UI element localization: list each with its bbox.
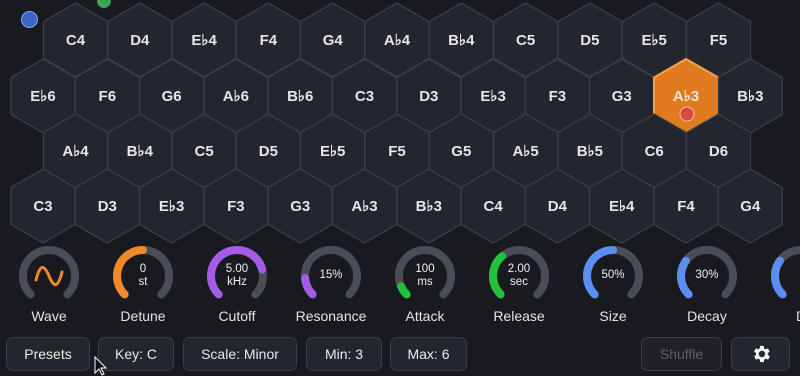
hex-key-label: D4 xyxy=(130,32,150,49)
knob-release[interactable]: 2.00 sec Release xyxy=(487,244,551,324)
knob-attack[interactable]: 100 ms Attack xyxy=(393,244,457,324)
hex-key-label: F6 xyxy=(99,88,117,105)
sine-wave-icon xyxy=(34,266,64,286)
knob-value: 15% xyxy=(319,269,343,281)
hex-key-label: C3 xyxy=(355,88,374,105)
hex-key-label: E♭5 xyxy=(320,143,345,160)
hex-key-label: B♭6 xyxy=(287,88,313,105)
hex-key-label: G3 xyxy=(612,88,632,105)
knob-label: Release xyxy=(493,308,545,324)
hex-key-label: D3 xyxy=(419,88,438,105)
knob-label: Resonance xyxy=(295,308,367,324)
hex-key-label: E♭5 xyxy=(641,32,666,49)
knob-size[interactable]: 50% Size xyxy=(581,244,645,324)
hex-key-label: B♭3 xyxy=(416,198,442,215)
hex-key-label: D5 xyxy=(580,32,599,49)
hex-key-label: G4 xyxy=(740,198,761,215)
knob-cutoff[interactable]: 5.00 kHz Cutoff xyxy=(205,244,269,324)
touch-indicator-red xyxy=(679,106,695,122)
knob-label: Detune xyxy=(120,308,166,324)
hex-key-label: F3 xyxy=(227,198,245,215)
knob-label: D xyxy=(749,308,800,324)
hex-key-label: E♭3 xyxy=(159,198,184,215)
hex-key-label: C5 xyxy=(195,143,214,160)
knob-d[interactable]: D xyxy=(769,244,800,324)
scale-button[interactable]: Scale: Minor xyxy=(183,337,297,371)
shuffle-button[interactable]: Shuffle xyxy=(641,337,722,371)
hex-key-label: B♭4 xyxy=(448,32,475,49)
knob-value: 100 ms xyxy=(415,263,435,288)
knob-value: 30% xyxy=(695,269,719,281)
hex-key-label: F4 xyxy=(260,32,278,49)
min-octave-button[interactable]: Min: 3 xyxy=(306,337,382,371)
knob-label: Size xyxy=(599,308,627,324)
hex-key-label: D3 xyxy=(98,198,117,215)
knob-detune[interactable]: 0 st Detune xyxy=(111,244,175,324)
max-octave-button[interactable]: Max: 6 xyxy=(390,337,467,371)
hex-key-label: E♭4 xyxy=(609,198,635,215)
knob-value: 0 st xyxy=(138,263,148,288)
knob-label: Wave xyxy=(31,308,67,324)
hex-key-label: E♭6 xyxy=(30,88,55,105)
hex-key-label: C4 xyxy=(66,32,86,49)
presets-button[interactable]: Presets xyxy=(6,337,90,371)
hex-key-label: B♭5 xyxy=(577,143,603,160)
knob-label: Attack xyxy=(405,308,445,324)
knob-dial xyxy=(771,246,800,299)
hex-key-label: A♭5 xyxy=(512,143,538,160)
key-button[interactable]: Key: C xyxy=(98,337,174,371)
hex-key-label: G6 xyxy=(162,88,182,105)
knob-value: 2.00 sec xyxy=(507,263,531,288)
hex-key-label: D4 xyxy=(548,198,568,215)
hex-key-label: C4 xyxy=(484,198,504,215)
touch-indicator-blue xyxy=(21,11,38,28)
hex-key-label: A♭3 xyxy=(351,198,377,215)
knob-track xyxy=(19,246,79,299)
knob-wave[interactable]: Wave xyxy=(17,244,81,324)
gear-icon xyxy=(753,346,770,363)
hex-key-label: F3 xyxy=(549,88,567,105)
knob-value: 5.00 kHz xyxy=(225,263,249,288)
mouse-cursor-icon xyxy=(94,356,108,376)
knob-label: Decay xyxy=(687,308,727,324)
knob-level-arc xyxy=(771,256,787,299)
hex-key-label: D5 xyxy=(259,143,278,160)
hex-key-label: G5 xyxy=(451,143,471,160)
hex-key-label: C5 xyxy=(516,32,535,49)
hex-key-label: A♭3 xyxy=(673,88,699,105)
hex-key-label: A♭4 xyxy=(62,143,89,160)
hex-key-label: C6 xyxy=(645,143,664,160)
hex-key-label: D6 xyxy=(709,143,728,160)
settings-button[interactable] xyxy=(731,337,790,371)
hex-keyboard: C4 D4 E♭4 F4 G4 A♭4 B♭4 C5 D5 E♭5 F5 E♭6 F6 G6 A♭6 B♭6 C… xyxy=(10,2,783,244)
knob-decay[interactable]: 30% Decay xyxy=(675,244,739,324)
hex-key-label: F5 xyxy=(388,143,406,160)
hex-key-label: C3 xyxy=(33,198,52,215)
hex-key-label: F5 xyxy=(710,32,728,49)
knob-value: 50% xyxy=(601,269,625,281)
knob-label: Cutoff xyxy=(218,308,256,324)
knob-dial xyxy=(19,246,79,299)
hex-key-label: E♭3 xyxy=(480,88,505,105)
hex-key-label: A♭4 xyxy=(384,32,411,49)
hex-key-label: A♭6 xyxy=(223,88,249,105)
hex-key-label: B♭3 xyxy=(737,88,763,105)
hex-key-label: G4 xyxy=(323,32,344,49)
hex-key-label: E♭4 xyxy=(191,32,217,49)
knob-resonance[interactable]: 15% Resonance xyxy=(296,244,366,324)
hex-key-label: G3 xyxy=(290,198,310,215)
hex-key-label: F4 xyxy=(677,198,695,215)
hex-key-label: B♭4 xyxy=(127,143,154,160)
